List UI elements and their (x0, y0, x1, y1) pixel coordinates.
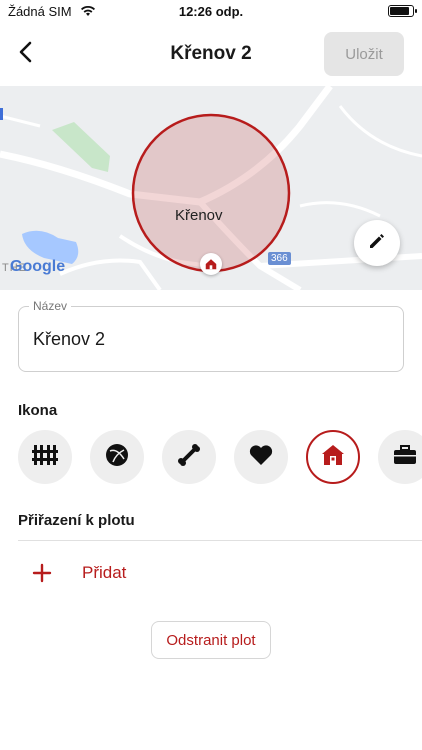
remove-fence-button[interactable]: Odstranit plot (151, 621, 271, 659)
bone-icon (176, 442, 202, 473)
wifi-icon (80, 4, 96, 22)
add-assignment-button[interactable]: Přidat (18, 552, 404, 596)
map-view[interactable]: THE Google Křenov 366 (0, 86, 422, 290)
icon-picker (18, 430, 422, 484)
pencil-icon (367, 231, 387, 256)
name-field-value[interactable]: Křenov 2 (33, 329, 105, 350)
map-place-label: Křenov (175, 207, 223, 224)
battery-icon (388, 5, 417, 17)
ball-icon (104, 442, 130, 473)
briefcase-icon (392, 443, 418, 472)
google-logo: Google (10, 258, 66, 275)
carrier-label: Žádná SIM (8, 4, 72, 19)
icon-section-label: Ikona (18, 402, 58, 419)
plus-icon (30, 561, 54, 585)
chevron-left-icon (17, 40, 35, 69)
name-field-label: Název (29, 299, 72, 313)
icon-option-ball[interactable] (90, 430, 144, 484)
save-button[interactable]: Uložit (324, 32, 404, 76)
icon-option-briefcase[interactable] (378, 430, 422, 484)
house-pin-icon (200, 253, 222, 275)
status-bar: Žádná SIM 12:26 odp. (0, 0, 422, 24)
add-assignment-label: Přidat (82, 563, 127, 582)
section-divider (18, 540, 422, 541)
assignment-section-label: Přiřazení k plotu (18, 512, 135, 529)
map-road-number: 366 (268, 252, 291, 265)
icon-option-house[interactable] (306, 430, 360, 484)
navigation-bar: Křenov 2 Uložit (0, 24, 422, 86)
fence-icon (31, 442, 59, 473)
house-icon (320, 443, 346, 472)
icon-option-heart[interactable] (234, 430, 288, 484)
icon-option-bone[interactable] (162, 430, 216, 484)
edit-fence-button[interactable] (354, 220, 400, 266)
name-field[interactable]: Název Křenov 2 (18, 299, 404, 372)
back-button[interactable] (6, 34, 46, 74)
heart-icon (248, 443, 274, 472)
icon-option-fence[interactable] (18, 430, 72, 484)
